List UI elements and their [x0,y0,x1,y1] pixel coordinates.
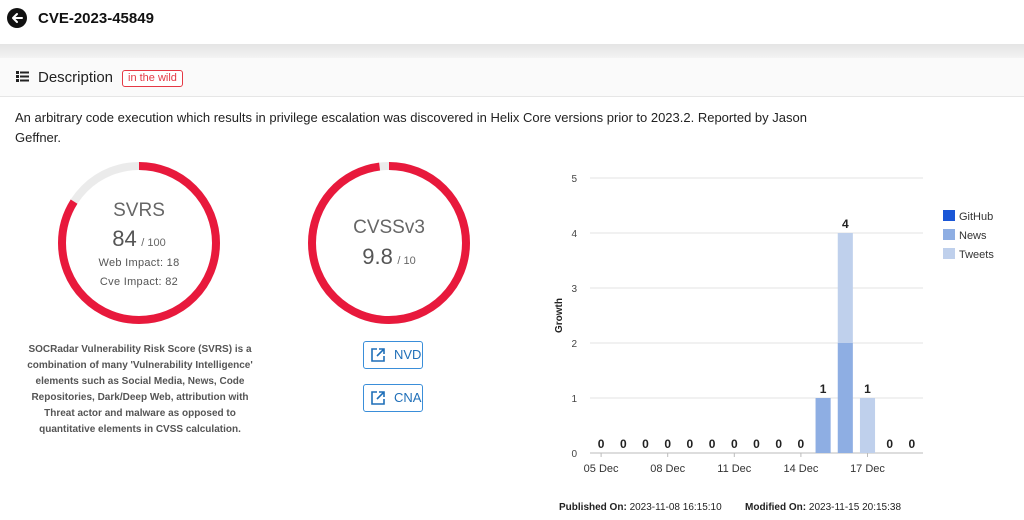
bar-total-label: 1 [820,382,827,396]
svrs-gauge: SVRS 84 / 100 Web Impact: 18 Cve Impact:… [56,160,222,326]
x-tick-label: 14 Dec [783,463,818,475]
legend-swatch-tweets [943,248,955,259]
y-tick-label: 3 [571,284,577,295]
bar-total-label: 0 [886,437,893,451]
legend-label-news: News [959,230,987,242]
cna-link-button[interactable]: CNA [363,384,423,412]
growth-chart: 0 1 2 3 4 5 Growth 0 0 0 0 0 0 0 0 0 0 1 4 1 0 0 05 Dec 08 Dec 1… [540,160,1020,490]
y-axis-label: Growth [554,298,565,333]
cvss-score: 9.8 / 10 [306,244,472,270]
x-tick-label: 05 Dec [584,463,619,475]
modified-on: Modified On: 2023-11-15 20:15:38 [745,502,901,513]
nvd-link-label: NVD [394,347,422,362]
bar-tweets [837,233,853,343]
bar-tweets [859,398,876,453]
list-icon [16,71,29,82]
cna-link-label: CNA [394,390,422,405]
y-tick-label: 1 [571,394,577,405]
description-title: Description [38,69,114,86]
legend-swatch-news [943,229,955,240]
description-section-header: Description in the wild [0,58,1024,97]
in-the-wild-badge: in the wild [122,70,183,87]
cvss-gauge: CVSSv3 9.8 / 10 [306,160,472,326]
modified-value: 2023-11-15 20:15:38 [808,502,902,513]
bar-news [815,398,831,453]
svrs-title: SVRS [113,200,165,221]
bar-total-label: 0 [687,437,694,451]
back-button[interactable] [7,8,27,28]
published-on: Published On: 2023-11-08 16:15:10 [559,502,722,513]
page-title: CVE-2023-45849 [38,10,154,27]
header-bar: CVE-2023-45849 [0,0,1024,42]
cvss-score-max: / 10 [397,255,416,267]
legend-label-tweets: Tweets [959,249,994,261]
legend-swatch-github [943,210,955,221]
svrs-score-value: 84 [112,226,137,251]
external-link-icon [371,348,385,362]
svrs-score-max: / 100 [141,237,166,249]
bar-total-label: 1 [864,382,871,396]
bar-total-label: 0 [731,437,738,451]
bar-total-label: 0 [753,437,760,451]
bar-total-label: 0 [798,437,805,451]
y-tick-label: 4 [571,229,577,240]
y-tick-label: 5 [571,174,577,185]
growth-chart-svg: 012345Growth0 0 0 0 0 0 0 0 0 01410 005 Dec 08 Dec 1… [554,174,994,475]
modified-label: Modified On: [745,502,807,513]
x-tick-label: 08 Dec [650,463,685,475]
svrs-cve-impact: Cve Impact: 82 [99,276,179,288]
svrs-web-impact: Web Impact: 18 [98,257,180,269]
y-tick-label: 2 [571,339,577,350]
arrow-left-icon [12,13,23,23]
x-tick-label: 17 Dec [850,463,885,475]
cvss-score-value: 9.8 [362,244,393,269]
description-text: An arbitrary code execution which result… [15,110,807,145]
svrs-description: SOCRadar Vulnerability Risk Score (SVRS)… [27,344,253,435]
x-tick-label: 11 Dec [717,463,752,475]
bar-total-label: 0 [664,437,671,451]
published-label: Published On: [559,502,627,513]
legend-label-github: GitHub [959,211,993,223]
bar-total-label: 4 [842,217,849,231]
bar-news [837,343,853,453]
y-tick-label: 0 [571,449,577,460]
svrs-score: 84 / 100 [56,226,222,252]
nvd-link-button[interactable]: NVD [363,341,423,369]
bar-total-label: 0 [775,437,782,451]
published-value: 2023-11-08 16:15:10 [629,502,722,513]
bar-total-label: 0 [598,437,605,451]
bar-total-label: 0 [709,437,716,451]
header-divider [0,44,1024,58]
cvss-title: CVSSv3 [353,217,425,238]
external-link-icon [371,391,385,405]
bar-total-label: 0 [909,437,916,451]
bar-total-label: 0 [642,437,649,451]
bar-total-label: 0 [620,437,627,451]
cvss-ring [308,162,470,324]
